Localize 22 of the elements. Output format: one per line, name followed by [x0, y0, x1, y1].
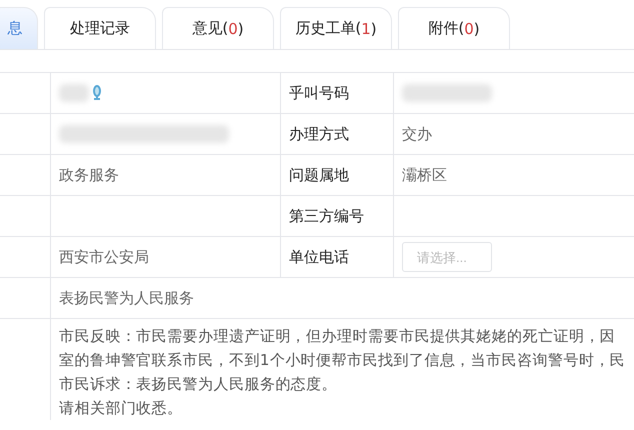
field-label: 乎叫号码: [289, 84, 349, 102]
field-value: 灞桥区: [402, 166, 447, 184]
content-line: 请相关部门收悉。: [59, 398, 184, 419]
title-value: 表扬民警为人民服务: [59, 288, 194, 308]
content-line: 市民反映：市民需要办理遗产证明，但办理时需要市民提供其姥姥的死亡证明，因: [59, 326, 616, 347]
microphone-icon: [91, 85, 103, 101]
content-line: 室的鲁坤警官联系市民，不到1个小时便帮市民找到了信息，当市民咨询警号时，民: [59, 350, 626, 371]
redacted-block: [59, 84, 89, 102]
field-label: 问题属地: [289, 166, 349, 184]
select-field[interactable]: 请选择...: [402, 242, 492, 272]
tab[interactable]: 附件(0): [398, 7, 510, 49]
field-label: 单位电话: [289, 248, 349, 266]
content-line: 市民诉求：表扬民警为人民服务的态度。: [59, 374, 338, 395]
field-value: 政务服务: [59, 166, 119, 184]
field-value: 交办: [402, 124, 432, 144]
field-label: 第三方编号: [289, 206, 364, 226]
tab[interactable]: 处理记录: [44, 7, 156, 49]
tab[interactable]: 历史工单(1): [280, 7, 392, 49]
field-label: 办理方式: [289, 124, 349, 144]
field-value: 西安市公安局: [59, 248, 149, 266]
tab[interactable]: 息: [0, 7, 38, 49]
tab[interactable]: 意见(0): [162, 7, 274, 49]
